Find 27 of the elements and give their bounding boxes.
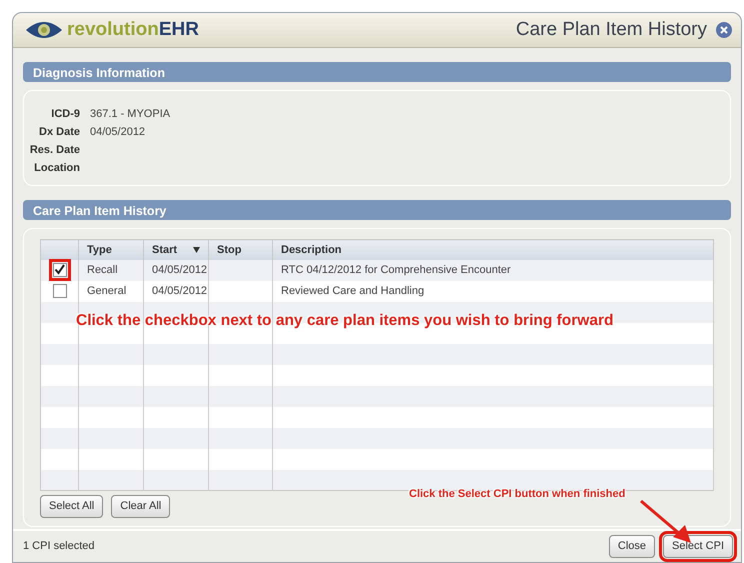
section-header: Care Plan Item History <box>23 200 731 220</box>
close-icon[interactable] <box>715 21 733 40</box>
dialog-button[interactable]: Close <box>608 535 656 558</box>
grid-button[interactable]: Select All <box>40 495 104 518</box>
field-label: Res. Date <box>28 143 80 158</box>
eye-logo-icon <box>25 20 63 40</box>
field-value: 04/05/2012 <box>89 125 146 140</box>
field-value: 367.1 - MYOPIA <box>89 107 170 122</box>
column-header[interactable]: Type <box>78 240 144 260</box>
grid-button[interactable]: Clear All <box>111 495 170 518</box>
column-header[interactable]: Description <box>272 240 714 260</box>
annotation-text: Click the Select CPI button when finished <box>409 487 626 502</box>
annotation-text: Click the checkbox next to any care plan items you wish to bring forward <box>76 311 614 332</box>
table-cell: 04/05/2012 <box>144 260 208 281</box>
table-cell: RTC 04/12/2012 for Comprehensive Encounter <box>272 260 714 281</box>
field-label: Dx Date <box>38 125 80 140</box>
checkbox[interactable] <box>52 284 66 298</box>
table-cell: Recall <box>78 260 144 281</box>
section-header: Diagnosis Information <box>23 62 731 82</box>
field-label: Location <box>33 161 80 176</box>
annotation-arrow <box>640 500 691 543</box>
status-text: 1 CPI selected <box>23 539 95 554</box>
brand-logo: revolutionEHR <box>67 18 199 42</box>
field-label: ICD-9 <box>50 107 80 122</box>
window-title: Care Plan Item History <box>516 18 707 42</box>
column-header[interactable]: Stop <box>208 240 272 260</box>
column-header[interactable]: Start <box>144 240 208 260</box>
